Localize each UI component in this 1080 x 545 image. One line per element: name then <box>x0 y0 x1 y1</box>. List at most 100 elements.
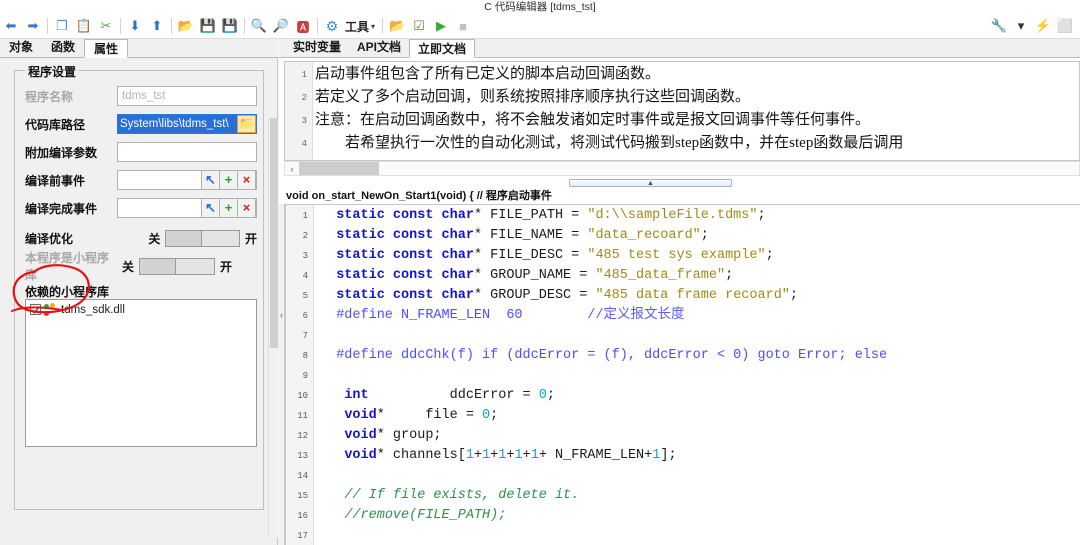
doc-horizontal-scrollbar[interactable]: ‹ <box>284 161 1080 176</box>
move-up-icon[interactable]: ⬆ <box>146 15 168 37</box>
pane-splitter[interactable]: ▲ <box>279 178 1080 188</box>
input-program-name[interactable]: tdms_tst <box>117 86 257 106</box>
tools-dropdown-caret-icon[interactable]: ▾ <box>371 22 379 31</box>
doc-line-number: 2 <box>301 93 307 103</box>
left-panel-scrollbar-thumb[interactable] <box>270 118 278 348</box>
tools-button-label[interactable]: 工具 <box>343 18 371 35</box>
run-icon[interactable]: ▶ <box>430 15 452 37</box>
code-line: static const char* GROUP_NAME = "485_dat… <box>320 265 1080 285</box>
open-project-icon[interactable]: 📂 <box>386 15 408 37</box>
tab-left-1[interactable]: 函数 <box>42 38 84 57</box>
delete-event-button[interactable]: × <box>237 171 256 189</box>
input-pre-build-event[interactable]: ↖ + × <box>117 170 257 190</box>
code-token: 0 <box>482 408 491 423</box>
left-panel-scrollbar[interactable] <box>268 118 278 538</box>
input-lib-path[interactable]: System\libs\tdms_tst\ 📁 <box>117 114 257 134</box>
toggle-is-library[interactable] <box>139 257 216 275</box>
input-post-build-event[interactable]: ↖ + × <box>117 198 257 218</box>
undo-icon[interactable]: ⬅ <box>0 15 22 37</box>
add-event-button[interactable]: + <box>219 171 238 189</box>
code-token: "485 data frame recoard" <box>595 288 790 303</box>
tab-right-1[interactable]: API文档 <box>349 38 409 57</box>
tab-left-2[interactable]: 属性 <box>84 39 129 58</box>
code-line-number: 9 <box>302 371 308 381</box>
code-line-number: 4 <box>302 271 308 281</box>
window-icon[interactable]: ⬜ <box>1054 15 1076 37</box>
delete-event-button-2[interactable]: × <box>237 199 256 217</box>
code-line-number: 11 <box>297 411 308 421</box>
save-icon[interactable]: 💾 <box>197 15 219 37</box>
dependency-list-title: 依赖的小程序库 <box>25 285 110 299</box>
paste-icon[interactable]: 📋 <box>73 15 95 37</box>
splitter-grip[interactable]: ▲ <box>569 179 732 187</box>
compile-icon[interactable]: ☑ <box>408 15 430 37</box>
tab-right-2[interactable]: 立即文档 <box>409 39 476 58</box>
toggle-optimize[interactable] <box>165 229 240 247</box>
pick-event-button-2[interactable]: ↖ <box>201 199 220 217</box>
wrench-icon[interactable]: 🔧 <box>988 15 1010 37</box>
dependency-checkbox[interactable] <box>30 304 41 315</box>
lightning-icon[interactable]: ⚡ <box>1032 15 1054 37</box>
code-token: // If file exists, delete it. <box>344 488 580 503</box>
toolbar-far-right-group: 🔧 ▾ ⚡ ⬜ <box>988 15 1080 37</box>
code-token: ; <box>546 388 555 403</box>
code-token: + <box>506 448 515 463</box>
code-line-number: 10 <box>297 391 308 401</box>
label-post-build-event: 编译完成事件 <box>25 201 98 216</box>
code-token: static const char <box>336 248 474 263</box>
tab-left-0[interactable]: 对象 <box>0 38 42 57</box>
code-editor[interactable]: 1 2 3 4 5 6 7 8 9 10 11 12 13 14 15 16 17 static const c… <box>285 204 1080 545</box>
stop-icon[interactable]: ■ <box>452 15 474 37</box>
input-extra-compile-args[interactable] <box>117 142 257 162</box>
code-line-number: 1 <box>302 211 308 221</box>
code-line-number: 7 <box>302 331 308 341</box>
tab-right-0[interactable]: 实时变量 <box>285 38 349 57</box>
open-folder-icon[interactable]: 📂 <box>175 15 197 37</box>
dependency-list[interactable]: tdms_sdk.dll <box>25 299 257 447</box>
save-as-icon[interactable]: 💾 <box>219 15 241 37</box>
browse-folder-icon[interactable]: 📁 <box>237 115 256 133</box>
right-tab-strip: 实时变量 API文档 立即文档 <box>279 39 1080 58</box>
redo-icon[interactable]: ➡ <box>22 15 44 37</box>
find-next-icon[interactable]: 🔎 <box>270 15 292 37</box>
code-line-number: 2 <box>302 231 308 241</box>
label-is-library: 本程序是小程序库 <box>25 251 110 282</box>
code-token: * channels[ <box>376 448 466 463</box>
toolbar-separator-9 <box>244 18 245 34</box>
chevron-down-icon[interactable]: ▾ <box>1010 15 1032 37</box>
code-token: void <box>344 448 377 463</box>
code-token: ; <box>725 268 734 283</box>
cut-icon[interactable]: ✂ <box>95 15 117 37</box>
code-line: static const char* FILE_NAME = "data_rec… <box>320 225 1080 245</box>
code-token: * FILE_PATH = <box>473 208 588 223</box>
code-token: * FILE_DESC = <box>473 248 588 263</box>
tools-gear-icon[interactable]: ⚙ <box>321 15 343 37</box>
pick-event-button[interactable]: ↖ <box>201 171 220 189</box>
collapse-left-panel-icon[interactable]: ‹ <box>280 310 283 320</box>
doc-text-body[interactable]: 启动事件组包含了所有已定义的脚本启动回调函数。 若定义了多个启动回调，则系统按照排… <box>315 62 1079 154</box>
copy-icon[interactable]: ❐ <box>51 15 73 37</box>
is-library-on-label: 开 <box>220 259 233 274</box>
add-event-button-2[interactable]: + <box>219 199 238 217</box>
move-down-icon[interactable]: ⬇ <box>124 15 146 37</box>
code-line-number: 3 <box>302 251 308 261</box>
post-build-event-buttons: ↖ + × <box>201 199 256 217</box>
doc-line: 若希望执行一次性的自动化测试，将测试代码搬到step函数中，并在step函数最后… <box>345 135 904 151</box>
code-text-body[interactable]: static const char* FILE_PATH = "d:\\samp… <box>316 205 1080 545</box>
code-line-number: 12 <box>297 431 308 441</box>
replace-icon[interactable]: 🅰 <box>292 15 314 37</box>
code-token: 1 <box>482 448 491 463</box>
scroll-left-arrow-icon[interactable]: ‹ <box>285 164 299 174</box>
list-item[interactable]: tdms_sdk.dll <box>26 300 256 317</box>
code-line: //remove(FILE_PATH); <box>320 505 1080 525</box>
code-token: void <box>344 428 377 443</box>
code-token: + N_FRAME_LEN+ <box>538 448 653 463</box>
find-icon[interactable]: 🔍 <box>248 15 270 37</box>
doc-line: 注意：在启动回调函数中，将不会触发诸如定时事件或是报文回调事件等任何事件。 <box>315 112 871 128</box>
code-line-number: 13 <box>297 451 308 461</box>
doc-scrollbar-thumb[interactable] <box>299 162 379 175</box>
